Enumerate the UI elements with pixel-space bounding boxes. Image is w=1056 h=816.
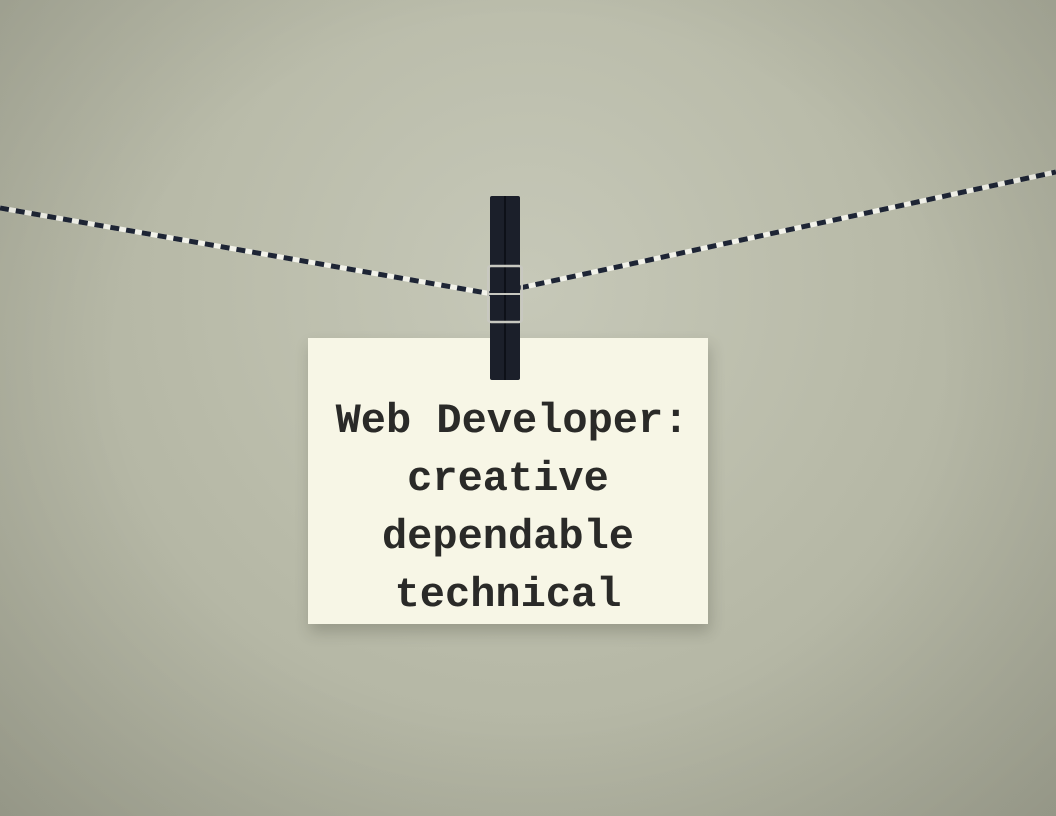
- card-line-creative: creative: [407, 455, 609, 503]
- note-card: Web Developer: creative dependable techn…: [308, 338, 708, 624]
- card-line-title: Web Developer:: [335, 397, 689, 445]
- photo-scene: Web Developer: creative dependable techn…: [0, 0, 1056, 816]
- card-line-dependable: dependable: [381, 513, 635, 561]
- clothespin-icon: [487, 196, 523, 380]
- card-line-technical: technical: [394, 571, 622, 619]
